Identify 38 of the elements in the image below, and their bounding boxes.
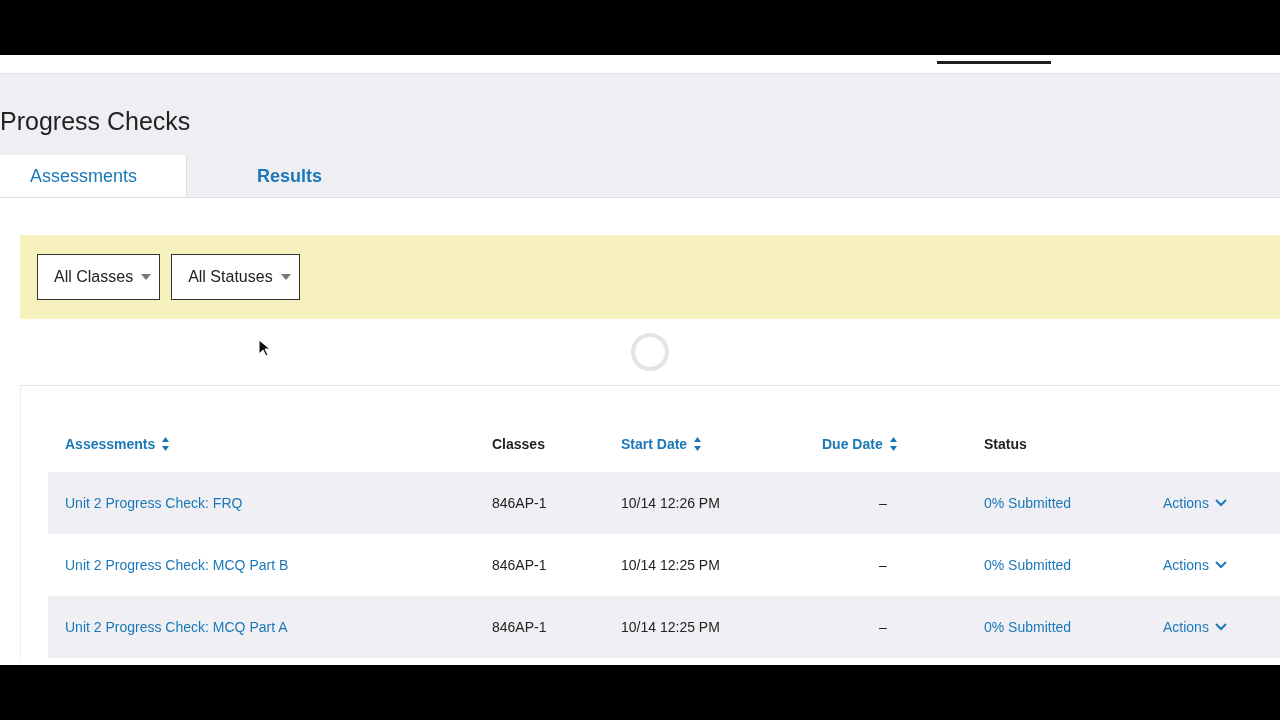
loading-spinner-icon xyxy=(630,332,670,372)
filter-dropdown[interactable]: All Statuses xyxy=(171,254,300,300)
table-cell: – xyxy=(879,495,887,511)
table-cell: – xyxy=(879,619,887,635)
status-link[interactable]: 0% Submitted xyxy=(984,495,1072,511)
status-link[interactable]: 0% Submitted xyxy=(984,557,1072,573)
chevron-down-icon xyxy=(1214,623,1227,631)
caret-icon xyxy=(280,274,291,280)
assessment-link[interactable]: Unit 2 Progress Check: MCQ Part B xyxy=(65,557,289,573)
column-header[interactable]: Assessments xyxy=(65,436,170,452)
column-header[interactable]: Due Date xyxy=(822,436,897,452)
filter-dropdown[interactable]: All Classes xyxy=(37,254,161,300)
tab[interactable]: Results xyxy=(187,155,395,197)
actions-button[interactable]: Actions xyxy=(1163,557,1227,573)
column-header: Status xyxy=(984,436,1027,452)
table-cell: 10/14 12:25 PM xyxy=(621,619,720,635)
column-header[interactable]: Start Date xyxy=(621,436,702,452)
table-cell: 10/14 12:25 PM xyxy=(621,557,720,573)
table-cell: 846AP-1 xyxy=(492,619,547,635)
table-cell: 10/14 12:26 PM xyxy=(621,495,720,511)
actions-button[interactable]: Actions xyxy=(1163,619,1227,635)
sort-icon xyxy=(162,437,170,451)
table-cell: 846AP-1 xyxy=(492,557,547,573)
caret-icon xyxy=(141,274,152,280)
status-link[interactable]: 0% Submitted xyxy=(984,619,1072,635)
chevron-down-icon xyxy=(1214,561,1227,569)
assessment-link[interactable]: Unit 2 Progress Check: MCQ Part A xyxy=(65,619,288,635)
page-title: Progress Checks xyxy=(0,107,192,136)
actions-button[interactable]: Actions xyxy=(1163,495,1227,511)
assessment-link[interactable]: Unit 2 Progress Check: FRQ xyxy=(65,495,243,511)
sort-icon xyxy=(889,437,897,451)
table-cell: 846AP-1 xyxy=(492,495,547,511)
mouse-pointer-icon xyxy=(258,339,270,357)
column-header: Classes xyxy=(492,436,545,452)
tab[interactable]: Assessments xyxy=(0,155,187,197)
chevron-down-icon xyxy=(1214,499,1227,507)
sort-icon xyxy=(694,437,702,451)
table-cell: – xyxy=(879,557,887,573)
